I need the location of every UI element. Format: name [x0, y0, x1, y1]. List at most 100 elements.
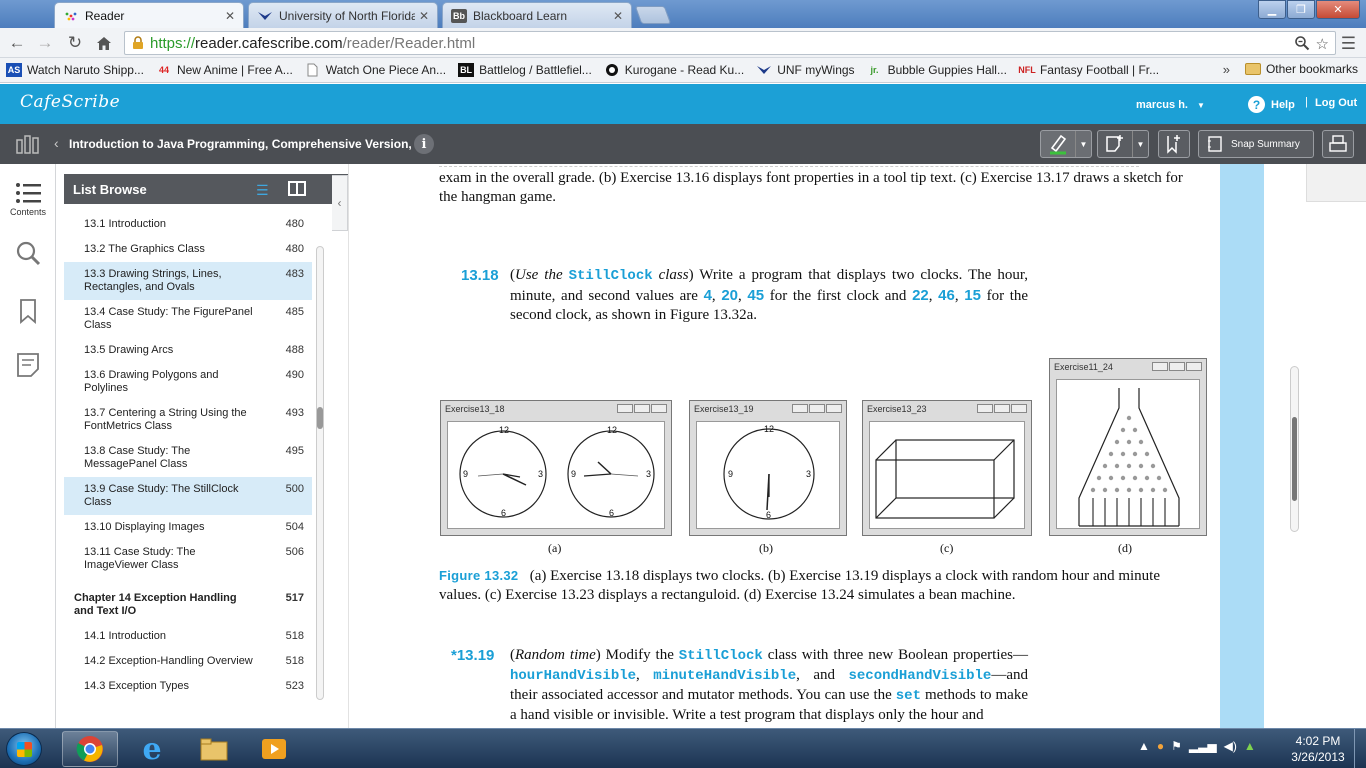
toc-scrollbar[interactable]: [316, 246, 324, 700]
bookmark-star-icon[interactable]: ☆: [1316, 35, 1329, 55]
bookmark-item[interactable]: AS Watch Naruto Shipp...: [6, 63, 144, 77]
bookmark-item[interactable]: NFL Fantasy Football | Fr...: [1018, 63, 1159, 77]
close-tab-icon[interactable]: ✕: [419, 9, 429, 23]
help-link[interactable]: ? Help: [1248, 96, 1295, 113]
browser-tab-strip: Reader ✕ University of North Florida ✕ B…: [0, 0, 1366, 28]
clock-numeral: 3: [646, 469, 652, 479]
toc-chapter[interactable]: Chapter 14 Exception Handling and Text I…: [64, 578, 312, 624]
new-tab-button[interactable]: [634, 6, 672, 24]
reload-icon[interactable]: ↻: [64, 32, 86, 54]
figure-caption-text: (a) Exercise 13.18 displays two clocks. …: [439, 568, 1160, 603]
user-menu[interactable]: marcus h. ▼: [1136, 99, 1205, 111]
contents-label: Contents: [9, 207, 47, 217]
toc-item[interactable]: 13.6 Drawing Polygons and Polylines 490: [64, 363, 312, 401]
back-arrow-icon[interactable]: ←: [6, 32, 28, 54]
page-scrollbar[interactable]: [1290, 366, 1299, 532]
tab-unf[interactable]: University of North Florida ✕: [248, 2, 438, 28]
media-player-taskbar-button[interactable]: [246, 731, 302, 767]
toc-item[interactable]: 13.4 Case Study: The FigurePanel Class 48…: [64, 300, 312, 338]
chrome-taskbar-button[interactable]: [62, 731, 118, 767]
toc-item[interactable]: 13.8 Case Study: The MessagePanel Class 4…: [64, 439, 312, 477]
right-panel-tab[interactable]: [1306, 164, 1366, 202]
logout-link[interactable]: Log Out: [1315, 97, 1357, 109]
toc-item[interactable]: 13.11 Case Study: The ImageViewer Class 5…: [64, 540, 312, 578]
close-tab-icon[interactable]: ✕: [613, 9, 623, 23]
toc-item[interactable]: 14.2 Exception-Handling Overview 518: [64, 649, 312, 674]
show-hidden-icons-icon[interactable]: ▲: [1138, 739, 1150, 753]
collapse-panel-button[interactable]: ‹: [332, 175, 348, 231]
bookmark-item[interactable]: Watch One Piece An...: [305, 63, 446, 77]
contents-button[interactable]: Contents: [0, 182, 56, 217]
restore-button[interactable]: ❐: [1287, 0, 1315, 19]
info-icon[interactable]: i: [414, 134, 434, 154]
toc-item[interactable]: 13.3 Drawing Strings, Lines, Rectangles,…: [64, 262, 312, 300]
chrome-menu-icon[interactable]: ☰: [1341, 34, 1356, 54]
toc-page-number: 504: [285, 521, 304, 533]
cafescribe-logo[interactable]: CafeScribe: [20, 92, 120, 112]
window-body: 12 3 6 9: [696, 421, 840, 529]
tab-blackboard[interactable]: Bb Blackboard Learn ✕: [442, 2, 632, 28]
minimize-button[interactable]: ▁: [1258, 0, 1286, 19]
toc-item[interactable]: 13.7 Centering a String Using the FontMe…: [64, 401, 312, 439]
toc-item[interactable]: 14.1 Introduction 518: [64, 624, 312, 649]
close-tab-icon[interactable]: ✕: [225, 9, 235, 23]
toc-item[interactable]: 13.9 Case Study: The StillClock Class 500: [64, 477, 312, 515]
library-icon[interactable]: [16, 134, 40, 154]
toc-list: 13.1 Introduction 480 13.2 The Graphics Cl…: [64, 212, 312, 699]
toc-item[interactable]: 13.10 Displaying Images 504: [64, 515, 312, 540]
taskbar-clock[interactable]: 4:02 PM 3/26/2013: [1288, 733, 1348, 765]
home-icon[interactable]: [93, 32, 115, 54]
list-view-icon[interactable]: ☰: [256, 182, 269, 199]
clock-time: 4:02 PM: [1295, 734, 1341, 748]
zoom-icon[interactable]: [1294, 35, 1310, 55]
bookmark-item[interactable]: UNF myWings: [756, 63, 855, 77]
bookmark-label: Watch One Piece An...: [325, 63, 447, 77]
toc-scroll-thumb[interactable]: [317, 407, 323, 429]
toc-page-number: 485: [285, 306, 304, 318]
bookmark-item[interactable]: jr. Bubble Guppies Hall...: [867, 63, 1007, 77]
search-button[interactable]: [0, 240, 56, 266]
notes-button[interactable]: [0, 352, 56, 378]
page-scroll-thumb[interactable]: [1292, 417, 1297, 501]
add-bookmark-button[interactable]: [1158, 130, 1190, 158]
window-body: 12 3 6 9 12 3 6 9: [447, 421, 665, 529]
drive-icon[interactable]: ▲: [1244, 739, 1256, 753]
highlighter-button[interactable]: ▼: [1040, 130, 1092, 158]
security-icon[interactable]: ●: [1157, 739, 1164, 753]
clock-numeral: 9: [728, 469, 734, 479]
figure-window-a: Exercise13_18 12 3 6 9 12 3 6 9: [440, 400, 672, 536]
tab-reader[interactable]: Reader ✕: [54, 2, 244, 28]
forward-arrow-icon[interactable]: →: [34, 32, 56, 54]
bookmark-item[interactable]: BL Battlelog / Battlefiel...: [458, 63, 592, 77]
toc-item[interactable]: 14.3 Exception Types 523: [64, 674, 312, 699]
osprey-icon: [756, 63, 772, 77]
snap-summary-button[interactable]: Snap Summary: [1198, 130, 1314, 158]
print-button[interactable]: [1322, 130, 1354, 158]
address-bar[interactable]: https://reader.cafescribe.com/reader/Rea…: [124, 31, 1336, 55]
toc-item[interactable]: 13.1 Introduction 480: [64, 212, 312, 237]
toc-item[interactable]: 13.5 Drawing Arcs 488: [64, 338, 312, 363]
other-bookmarks-button[interactable]: Other bookmarks: [1244, 62, 1358, 76]
add-note-button[interactable]: ▼: [1097, 130, 1149, 158]
network-icon[interactable]: ▂▃▅: [1189, 739, 1217, 753]
search-icon: [16, 241, 41, 266]
toc-item-label: 13.9 Case Study: The StillClock Class: [84, 483, 239, 508]
volume-icon[interactable]: ◀): [1224, 739, 1237, 753]
toc-item[interactable]: 13.2 The Graphics Class 480: [64, 237, 312, 262]
bookmark-item[interactable]: 44 New Anime | Free A...: [156, 63, 293, 77]
ie-taskbar-button[interactable]: e: [124, 731, 180, 767]
start-button[interactable]: [6, 732, 42, 766]
explorer-taskbar-button[interactable]: [186, 731, 242, 767]
windows-taskbar: e ▲ ● ⚑ ▂▃▅ ◀) ▲ 4:02 PM 3/26/2013: [0, 728, 1366, 768]
caret-down-icon: ▼: [1075, 131, 1091, 157]
show-desktop-button[interactable]: [1354, 729, 1366, 768]
more-bookmarks-button[interactable]: »: [1223, 62, 1230, 77]
bookmarks-button[interactable]: [0, 298, 56, 324]
list-icon: [16, 183, 41, 203]
bookmark-item[interactable]: Kurogane - Read Ku...: [604, 63, 744, 77]
grid-view-icon[interactable]: [288, 181, 306, 196]
chevron-left-icon[interactable]: ‹: [54, 135, 59, 151]
action-center-icon[interactable]: ⚑: [1171, 739, 1182, 753]
close-window-button[interactable]: ✕: [1316, 0, 1360, 19]
rectanguloid-drawing: [875, 439, 1015, 519]
